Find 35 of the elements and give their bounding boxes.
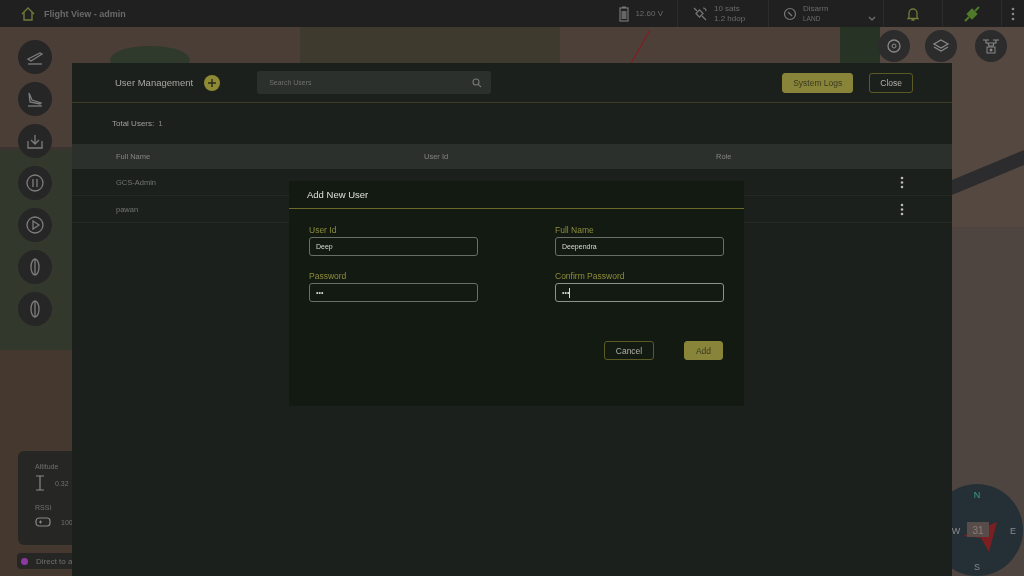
bell-icon[interactable] <box>905 5 921 22</box>
cancel-button[interactable]: Cancel <box>604 341 654 360</box>
search-icon <box>472 77 483 88</box>
field-label: User Id <box>309 225 338 235</box>
total-users-count: 1 <box>158 119 163 128</box>
caret-icon <box>867 15 877 23</box>
more-icon[interactable] <box>900 202 904 216</box>
add-user-button[interactable] <box>204 74 221 91</box>
field-label: Password <box>309 271 348 281</box>
field-label: Full Name <box>555 225 595 235</box>
pause-icon <box>25 173 45 193</box>
close-button[interactable]: Close <box>869 72 913 93</box>
window-title: Flight View - admin <box>44 8 126 19</box>
north-label: N <box>973 490 981 500</box>
total-users-label: Total Users: <box>112 119 155 128</box>
heading-box <box>967 522 989 537</box>
battery-voltage: 12.60 V <box>635 9 663 18</box>
panel-title: User Management <box>115 77 194 88</box>
satellite-icon <box>692 5 708 22</box>
battery-icon <box>619 5 630 22</box>
south-label: S <box>974 562 980 572</box>
play-icon <box>25 215 45 235</box>
more-icon[interactable] <box>1011 6 1015 21</box>
target-icon <box>885 37 903 55</box>
compass-icon <box>783 6 797 21</box>
west-label: W <box>951 526 961 536</box>
field-label: Confirm Password <box>555 271 626 281</box>
home-icon[interactable] <box>20 5 36 22</box>
east-label: E <box>1010 526 1016 536</box>
drone-camera-icon <box>981 36 1001 56</box>
dialog-title: Add New User <box>307 189 369 200</box>
more-icon[interactable] <box>900 175 904 189</box>
satellite-count: 10 sats <box>714 3 741 14</box>
gamepad-icon <box>35 516 51 528</box>
altitude-icon <box>35 475 45 491</box>
